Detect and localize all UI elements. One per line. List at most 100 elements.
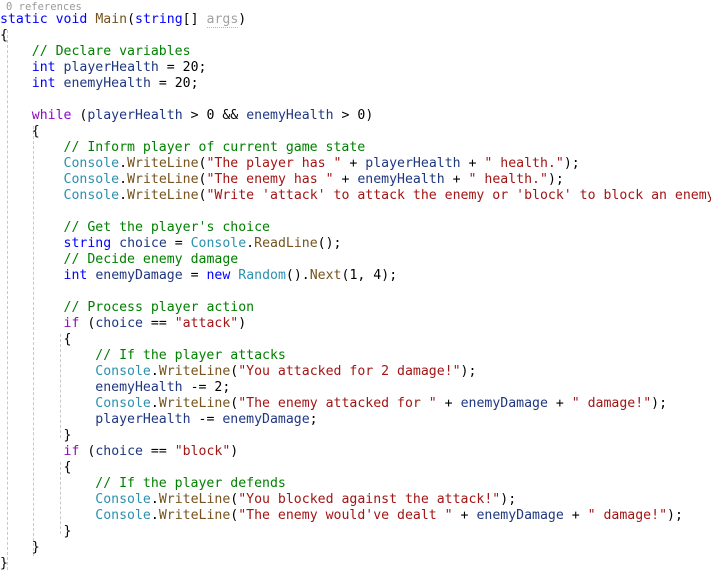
token-var: enemyDamage bbox=[460, 396, 548, 411]
token-str: "The enemy attacked for " bbox=[238, 396, 437, 411]
token-pun: ); bbox=[381, 268, 398, 283]
token-str: "The enemy would've dealt " bbox=[238, 508, 453, 523]
token-num: 20 bbox=[174, 76, 191, 91]
token-pun: ) bbox=[230, 444, 239, 459]
code-line[interactable] bbox=[0, 284, 711, 300]
code-line[interactable]: Console.WriteLine("You blocked against t… bbox=[0, 492, 711, 508]
token-mth: Next bbox=[309, 268, 342, 283]
code-line[interactable]: int enemyDamage = new Random().Next(1, 4… bbox=[0, 268, 711, 284]
code-editor[interactable]: 0 references static void Main(string[] a… bbox=[0, 0, 711, 581]
token-pun bbox=[56, 76, 64, 91]
token-pun: + bbox=[444, 172, 469, 187]
token-pun: ); bbox=[547, 172, 564, 187]
code-line[interactable]: Console.WriteLine("The enemy attacked fo… bbox=[0, 396, 711, 412]
token-str: "The player has " bbox=[206, 156, 342, 171]
code-line[interactable]: Console.WriteLine("Write 'attack' to att… bbox=[0, 188, 711, 204]
token-cmt: // If the player defends bbox=[95, 476, 286, 491]
token-var: enemyDamage bbox=[476, 508, 564, 523]
token-pun: ( bbox=[127, 12, 136, 27]
code-line[interactable] bbox=[0, 204, 711, 220]
code-line[interactable]: Console.WriteLine("You attacked for 2 da… bbox=[0, 364, 711, 380]
token-var: playerHealth bbox=[87, 108, 183, 123]
code-line[interactable]: { bbox=[0, 460, 711, 476]
code-line[interactable]: } bbox=[0, 556, 711, 572]
token-pun: (); bbox=[317, 236, 342, 251]
token-pun: + bbox=[452, 508, 477, 523]
token-pun: ( bbox=[71, 108, 88, 123]
token-kw: int bbox=[63, 268, 88, 283]
token-pun: ) bbox=[238, 316, 247, 331]
code-line[interactable]: // If the player defends bbox=[0, 476, 711, 492]
token-pun: == bbox=[142, 316, 175, 331]
token-pun: ( bbox=[79, 444, 96, 459]
code-line[interactable]: int playerHealth = 20; bbox=[0, 60, 711, 76]
code-line[interactable]: { bbox=[0, 124, 711, 140]
code-line[interactable]: // Inform player of current game state bbox=[0, 140, 711, 156]
token-pun: . bbox=[119, 156, 128, 171]
code-line[interactable]: // Get the player's choice bbox=[0, 220, 711, 236]
code-line[interactable]: static void Main(string[] args) bbox=[0, 12, 711, 28]
code-line[interactable] bbox=[0, 92, 711, 108]
code-line[interactable]: { bbox=[0, 332, 711, 348]
token-var: enemyHealth bbox=[246, 108, 334, 123]
token-pun: { bbox=[63, 460, 72, 475]
token-pun: -= bbox=[190, 412, 223, 427]
token-pun: + bbox=[547, 396, 572, 411]
token-ctl: if bbox=[63, 444, 80, 459]
token-var: choice bbox=[119, 236, 167, 251]
token-pun: > bbox=[182, 108, 207, 123]
token-mth: WriteLine bbox=[127, 188, 199, 203]
code-line[interactable]: // Decide enemy damage bbox=[0, 252, 711, 268]
code-line[interactable]: while (playerHealth > 0 && enemyHealth >… bbox=[0, 108, 711, 124]
code-content[interactable]: static void Main(string[] args){ // Decl… bbox=[0, 12, 711, 572]
token-str: "Write 'attack' to attack the enemy or '… bbox=[206, 188, 711, 203]
code-line[interactable]: enemyHealth -= 2; bbox=[0, 380, 711, 396]
code-line[interactable]: string choice = Console.ReadLine(); bbox=[0, 236, 711, 252]
token-pun: . bbox=[150, 364, 159, 379]
token-cmt: // Decide enemy damage bbox=[63, 252, 239, 267]
code-line[interactable]: // Declare variables bbox=[0, 44, 711, 60]
code-line[interactable]: // If the player attacks bbox=[0, 348, 711, 364]
token-pun: = bbox=[150, 76, 175, 91]
code-line[interactable]: } bbox=[0, 540, 711, 556]
code-line[interactable]: playerHealth -= enemyDamage; bbox=[0, 412, 711, 428]
token-kw: int bbox=[31, 60, 56, 75]
code-line[interactable]: if (choice == "attack") bbox=[0, 316, 711, 332]
token-mth: WriteLine bbox=[127, 172, 199, 187]
token-mth: WriteLine bbox=[127, 156, 199, 171]
code-line[interactable]: Console.WriteLine("The enemy has " + ene… bbox=[0, 172, 711, 188]
code-line[interactable]: int enemyHealth = 20; bbox=[0, 76, 711, 92]
code-line[interactable]: { bbox=[0, 28, 711, 44]
code-line[interactable]: } bbox=[0, 428, 711, 444]
token-cmt: // Process player action bbox=[63, 300, 255, 315]
token-mth: Main bbox=[95, 12, 128, 27]
token-kw: new bbox=[206, 268, 231, 283]
token-pun: , bbox=[357, 268, 374, 283]
token-pun: + bbox=[341, 156, 366, 171]
token-pun: && bbox=[214, 108, 247, 123]
token-pun: ; bbox=[198, 60, 207, 75]
code-line[interactable]: } bbox=[0, 524, 711, 540]
token-pun: } bbox=[31, 540, 40, 555]
code-line[interactable]: // Process player action bbox=[0, 300, 711, 316]
token-var: enemyDamage bbox=[95, 268, 183, 283]
token-pun: ); bbox=[500, 492, 517, 507]
code-line[interactable]: Console.WriteLine("The enemy would've de… bbox=[0, 508, 711, 524]
token-str: " damage!" bbox=[571, 396, 652, 411]
code-line[interactable]: Console.WriteLine("The player has " + pl… bbox=[0, 156, 711, 172]
token-pun: ( bbox=[79, 316, 96, 331]
code-line[interactable]: if (choice == "block") bbox=[0, 444, 711, 460]
token-var: choice bbox=[95, 316, 143, 331]
